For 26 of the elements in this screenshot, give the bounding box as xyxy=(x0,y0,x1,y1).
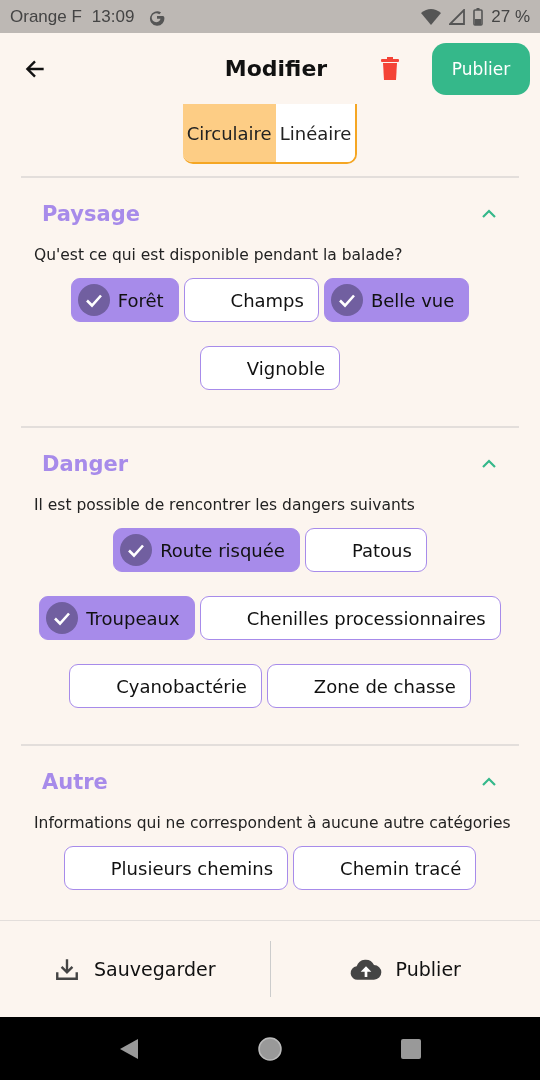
battery-percent: 27 % xyxy=(491,6,530,27)
option-chip[interactable]: Belle vue xyxy=(323,278,470,322)
section-title: Autre xyxy=(42,770,108,794)
section-description: Informations qui ne correspondent à aucune autre catégories xyxy=(34,814,512,832)
option-chip[interactable]: Chenilles processionnaires xyxy=(199,596,501,640)
route-type-option[interactable]: Linéaire xyxy=(275,104,356,162)
option-chip[interactable]: Chemin tracé xyxy=(293,846,477,890)
section-title: Paysage xyxy=(42,202,140,226)
option-chip[interactable]: Vignoble xyxy=(199,346,341,390)
section-description: Il est possible de rencontrer les dangers suivants xyxy=(34,496,416,514)
carrier-name: Orange F xyxy=(10,6,82,27)
section-title: Danger xyxy=(42,452,129,476)
option-chip[interactable]: Route risquée xyxy=(113,528,300,572)
section-description: Qu'est ce qui est disponible pendant la balade? xyxy=(34,246,404,264)
option-chip[interactable]: Plusieurs chemins xyxy=(63,846,289,890)
option-chip[interactable]: Troupeaux xyxy=(39,596,195,640)
route-type-option[interactable]: Circulaire xyxy=(182,104,276,162)
page-title: Modifier xyxy=(224,56,328,81)
save-button[interactable]: Sauvegarder xyxy=(0,939,270,999)
option-chip[interactable]: Champs xyxy=(183,278,319,322)
option-chip[interactable]: Cyanobactérie xyxy=(69,664,262,708)
option-chip[interactable]: Zone de chasse xyxy=(266,664,471,708)
option-chip[interactable]: Forêt xyxy=(70,278,179,322)
option-chip[interactable]: Patous xyxy=(304,528,427,572)
publish-bottom-button[interactable]: Publier xyxy=(270,939,540,999)
clock-time: 13:09 xyxy=(91,6,135,27)
